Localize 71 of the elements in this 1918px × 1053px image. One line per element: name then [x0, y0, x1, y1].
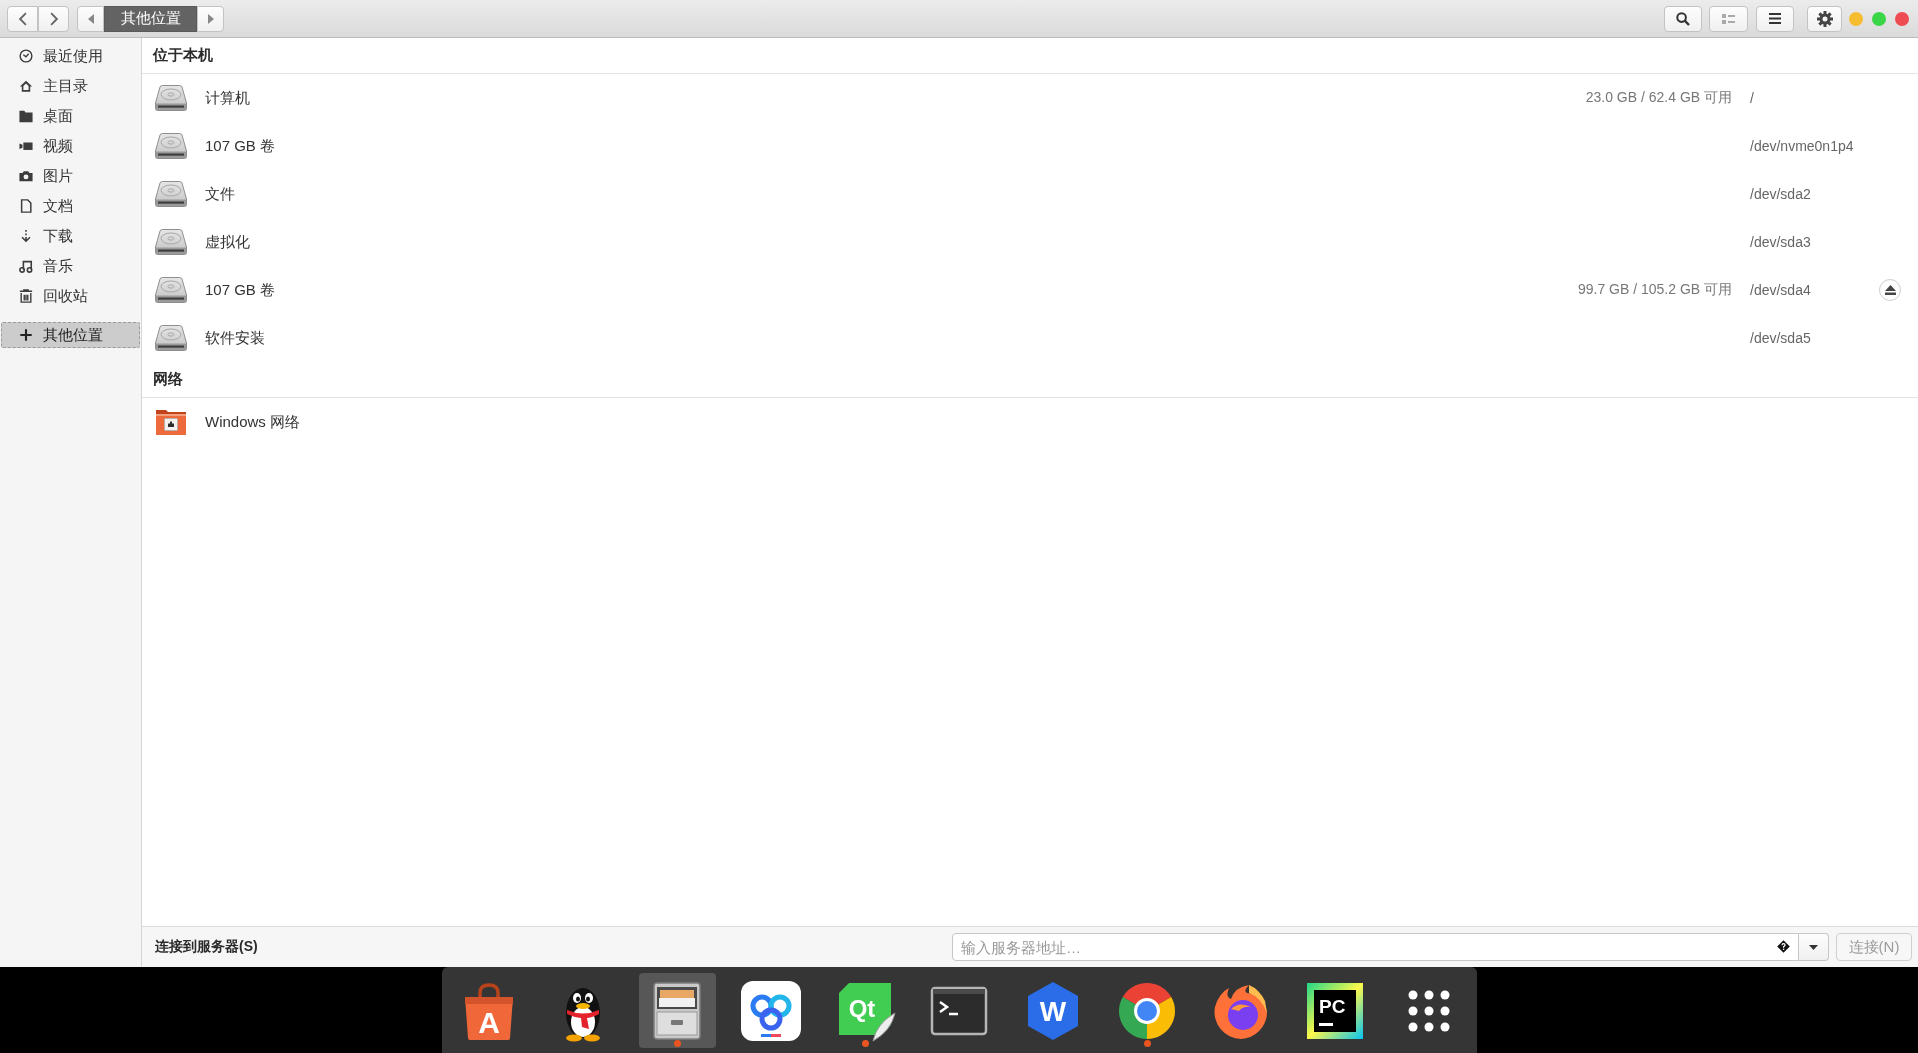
camera-icon [19, 169, 33, 183]
hard-drive-icon [155, 277, 187, 303]
sidebar-item[interactable]: 视频 [1, 131, 140, 161]
mount-path: /dev/sda3 [1750, 234, 1811, 250]
sidebar-item[interactable]: 下载 [1, 221, 140, 251]
sidebar-item[interactable]: 主目录 [1, 71, 140, 101]
location-name[interactable]: 虚拟化 [205, 232, 250, 252]
list-view-icon [1722, 13, 1735, 24]
rings-icon [739, 978, 803, 1043]
caret-down-icon [1809, 944, 1818, 950]
question-diamond-icon [1777, 940, 1790, 953]
dock-item[interactable]: W [1014, 973, 1092, 1048]
menu-button[interactable] [1756, 5, 1794, 32]
sidebar-item[interactable]: 回收站 [1, 281, 140, 311]
settings-button[interactable] [1807, 5, 1842, 32]
location-name[interactable]: 计算机 [205, 88, 250, 108]
triangle-right-icon [207, 13, 214, 24]
sidebar-item[interactable]: 桌面 [1, 101, 140, 131]
path-segment[interactable]: 其他位置 [104, 5, 197, 32]
section-title: 位于本机 [153, 46, 213, 65]
settings-icon [1816, 10, 1833, 27]
connect-label: 连接到服务器(S) [155, 938, 258, 956]
eject-icon [1884, 285, 1896, 295]
location-name[interactable]: 软件安装 [205, 328, 265, 348]
search-button[interactable] [1664, 5, 1702, 32]
location-name[interactable]: Windows 网络 [205, 412, 301, 432]
usage-text: 23.0 GB / 62.4 GB 可用 [1585, 89, 1732, 105]
menu-icon [1769, 13, 1781, 24]
hard-drive-icon [155, 133, 187, 159]
sidebar-item[interactable]: 其他位置 [1, 322, 140, 348]
mount-path: /dev/nvme0n1p4 [1750, 138, 1854, 154]
folder-icon [19, 109, 33, 123]
back-button[interactable] [7, 5, 38, 32]
chevron-right-icon [48, 11, 59, 26]
dropdown-button[interactable] [1799, 933, 1829, 961]
hard-drive-icon [155, 85, 187, 111]
sidebar-item[interactable]: 最近使用 [1, 41, 140, 71]
usage-text: 99.7 GB / 105.2 GB 可用 [1577, 281, 1732, 297]
clock-icon [19, 49, 33, 63]
location-name[interactable]: 107 GB 卷 [205, 136, 276, 156]
sidebar-item[interactable]: 图片 [1, 161, 140, 191]
dock-item[interactable] [638, 973, 716, 1048]
download-icon [19, 229, 33, 243]
forward-button[interactable] [38, 5, 69, 32]
address-field[interactable]: 输入服务器地址… [952, 933, 1799, 961]
mount-path: /dev/sda4 [1750, 282, 1811, 298]
music-note-icon [19, 259, 33, 273]
trash-icon [19, 289, 33, 303]
search-icon [1676, 11, 1690, 26]
hard-drive-icon [155, 181, 187, 207]
eject-button[interactable] [1879, 279, 1901, 301]
mount-path: /dev/sda5 [1750, 330, 1811, 346]
scroll-left-button[interactable] [77, 5, 104, 32]
home-icon [19, 79, 33, 93]
network-folder-icon [155, 408, 187, 436]
scroll-right-button[interactable] [197, 5, 224, 32]
sidebar-item[interactable]: 音乐 [1, 251, 140, 281]
location-name[interactable]: 文件 [205, 184, 235, 204]
hard-drive-icon [155, 325, 187, 351]
location-name[interactable]: 107 GB 卷 [205, 280, 276, 300]
chevron-left-icon [17, 11, 28, 26]
section-title: 网络 [153, 370, 183, 389]
mount-path: / [1750, 90, 1754, 106]
dock-item[interactable]: PC [1296, 973, 1374, 1048]
mount-path: /dev/sda2 [1750, 186, 1811, 202]
close-icon[interactable] [1895, 11, 1909, 26]
document-icon [19, 199, 33, 213]
hard-drive-icon [155, 229, 187, 255]
triangle-left-icon [87, 13, 94, 24]
sidebar-item[interactable]: 文档 [1, 191, 140, 221]
plus-icon [19, 328, 33, 342]
